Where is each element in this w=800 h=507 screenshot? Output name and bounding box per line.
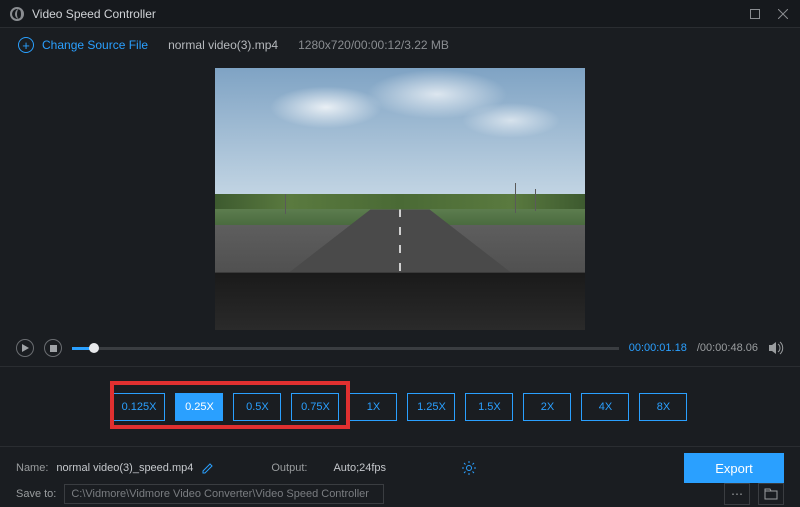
video-preview[interactable] bbox=[215, 68, 585, 330]
more-options-button[interactable]: ⋯ bbox=[724, 483, 750, 505]
speed-option-0-5x[interactable]: 0.5X bbox=[233, 393, 281, 421]
title-bar: Video Speed Controller bbox=[0, 0, 800, 28]
player-controls: 00:00:01.18/00:00:48.06 bbox=[0, 332, 800, 364]
window-title: Video Speed Controller bbox=[32, 7, 748, 21]
saveto-path[interactable]: C:\Vidmore\Vidmore Video Converter\Video… bbox=[64, 484, 384, 504]
time-current: 00:00:01.18 bbox=[629, 342, 687, 354]
change-source-button[interactable]: + Change Source File bbox=[18, 37, 148, 53]
toolbar: + Change Source File normal video(3).mp4… bbox=[0, 28, 800, 62]
output-value: Auto;24fps bbox=[333, 462, 386, 474]
app-logo-icon bbox=[10, 7, 24, 21]
stop-button[interactable] bbox=[44, 339, 62, 357]
speed-option-0-75x[interactable]: 0.75X bbox=[291, 393, 339, 421]
output-settings-icon[interactable] bbox=[462, 461, 476, 475]
speed-selector: 0.125X 0.25X 0.5X 0.75X 1X 1.25X 1.5X 2X 4X 8X bbox=[0, 366, 800, 446]
speed-option-4x[interactable]: 4X bbox=[581, 393, 629, 421]
output-label: Output: bbox=[271, 462, 307, 474]
source-filename: normal video(3).mp4 bbox=[168, 38, 278, 52]
speed-option-8x[interactable]: 8X bbox=[639, 393, 687, 421]
volume-icon[interactable] bbox=[768, 340, 784, 356]
plus-circle-icon: + bbox=[18, 37, 34, 53]
seek-thumb[interactable] bbox=[89, 343, 99, 353]
change-source-label: Change Source File bbox=[42, 38, 148, 52]
saveto-label: Save to: bbox=[16, 488, 56, 500]
seek-slider[interactable] bbox=[72, 347, 619, 350]
name-value: normal video(3)_speed.mp4 bbox=[56, 462, 193, 474]
speed-option-0-125x[interactable]: 0.125X bbox=[113, 393, 166, 421]
preview-area bbox=[0, 62, 800, 332]
source-metadata: 1280x720/00:00:12/3.22 MB bbox=[298, 38, 449, 52]
speed-option-0-25x[interactable]: 0.25X bbox=[175, 393, 223, 421]
maximize-button[interactable] bbox=[748, 7, 762, 21]
close-button[interactable] bbox=[776, 7, 790, 21]
speed-option-1x[interactable]: 1X bbox=[349, 393, 397, 421]
time-total: /00:00:48.06 bbox=[697, 342, 758, 354]
speed-option-1-5x[interactable]: 1.5X bbox=[465, 393, 513, 421]
export-button[interactable]: Export bbox=[684, 453, 784, 483]
speed-option-2x[interactable]: 2X bbox=[523, 393, 571, 421]
bottom-panel: Name: normal video(3)_speed.mp4 Output: … bbox=[0, 446, 800, 507]
open-folder-button[interactable] bbox=[758, 483, 784, 505]
edit-name-icon[interactable] bbox=[201, 461, 215, 475]
speed-option-1-25x[interactable]: 1.25X bbox=[407, 393, 455, 421]
play-button[interactable] bbox=[16, 339, 34, 357]
name-label: Name: bbox=[16, 462, 48, 474]
